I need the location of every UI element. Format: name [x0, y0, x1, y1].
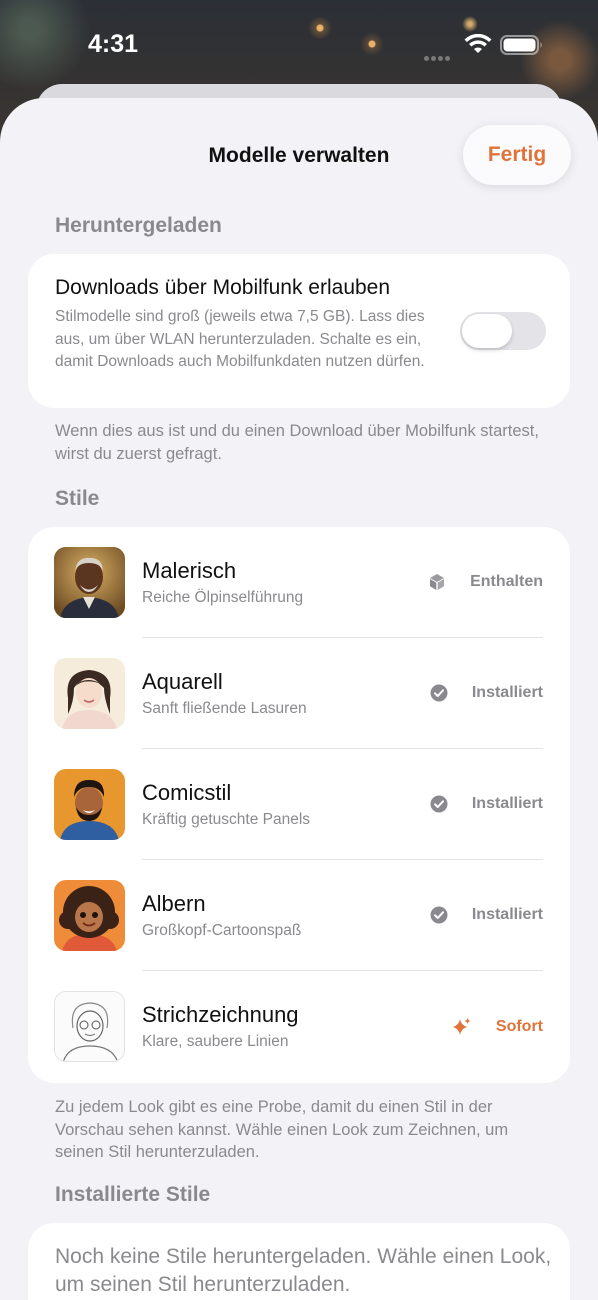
cube-icon — [428, 573, 446, 591]
style-status: Sofort — [452, 1017, 543, 1037]
cellular-footnote: Wenn dies aus ist und du einen Download … — [55, 422, 539, 463]
style-subtitle: Großkopf-Cartoonspaß — [142, 922, 302, 939]
style-row-malerisch[interactable]: Malerisch Reiche Ölpinselführung Enthalt… — [28, 527, 570, 638]
style-thumbnail-comicstil — [54, 769, 125, 840]
style-row-albern[interactable]: Albern Großkopf-Cartoonspaß Installiert — [28, 860, 570, 971]
sparkle-icon — [452, 1017, 472, 1037]
installed-empty-text: Noch keine Stile heruntergeladen. Wähle … — [55, 1245, 552, 1296]
status-time: 4:31 — [88, 30, 139, 58]
style-status: Installiert — [430, 906, 543, 924]
section-header-styles: Stile — [55, 487, 100, 510]
cellular-signal-icon — [424, 48, 452, 66]
style-status-label: Installiert — [471, 684, 543, 701]
style-row-strichzeichnung[interactable]: Strichzeichnung Klare, saubere Linien So… — [28, 971, 570, 1082]
style-thumbnail-malerisch — [54, 547, 125, 618]
battery-icon — [500, 35, 542, 55]
style-status: Installiert — [430, 795, 543, 813]
cellular-download-toggle[interactable] — [460, 312, 546, 350]
wifi-icon — [464, 34, 492, 53]
style-subtitle: Reiche Ölpinselführung — [142, 589, 304, 606]
style-status: Enthalten — [428, 573, 543, 591]
check-circle-icon — [430, 906, 448, 924]
style-thumbnail-albern — [54, 880, 125, 951]
style-thumbnail-aquarell — [54, 658, 125, 729]
check-circle-icon — [430, 684, 448, 702]
cellular-toggle-title: Downloads über Mobilfunk erlauben — [55, 276, 391, 299]
done-button[interactable]: Fertig — [463, 125, 571, 185]
styles-list-card: Malerisch Reiche Ölpinselführung Enthalt… — [28, 527, 570, 1083]
style-status-label: Installiert — [471, 906, 543, 923]
style-name: Comicstil — [142, 780, 232, 805]
style-subtitle: Sanft fließende Lasuren — [142, 700, 307, 717]
style-name: Strichzeichnung — [142, 1002, 299, 1027]
section-header-installed: Installierte Stile — [55, 1183, 211, 1206]
styles-footnote: Zu jedem Look gibt es eine Probe, damit … — [55, 1098, 509, 1161]
check-circle-icon — [430, 795, 448, 813]
installed-styles-card: Noch keine Stile heruntergeladen. Wähle … — [28, 1223, 570, 1300]
style-name: Aquarell — [142, 669, 223, 694]
style-status-label: Enthalten — [470, 573, 543, 590]
manage-models-sheet: Modelle verwalten Fertig Heruntergeladen… — [0, 98, 598, 1300]
section-header-downloaded: Heruntergeladen — [55, 214, 222, 237]
style-row-comicstil[interactable]: Comicstil Kräftig getuschte Panels Insta… — [28, 749, 570, 860]
style-status: Installiert — [430, 684, 543, 702]
style-thumbnail-strichzeichnung — [54, 991, 125, 1062]
toggle-knob — [462, 314, 512, 348]
style-subtitle: Kräftig getuschte Panels — [142, 811, 311, 828]
style-status-label: Sofort — [495, 1018, 543, 1035]
cellular-settings-card: Downloads über Mobilfunk erlauben Stilmo… — [28, 254, 570, 408]
style-status-label: Installiert — [471, 795, 543, 812]
style-subtitle: Klare, saubere Linien — [142, 1033, 289, 1050]
style-row-aquarell[interactable]: Aquarell Sanft fließende Lasuren Install… — [28, 638, 570, 749]
cellular-toggle-description: Stilmodelle sind groß (jeweils etwa 7,5 … — [55, 308, 425, 370]
status-bar: 4:31 — [0, 0, 598, 90]
style-name: Albern — [142, 891, 206, 916]
style-name: Malerisch — [142, 558, 237, 583]
